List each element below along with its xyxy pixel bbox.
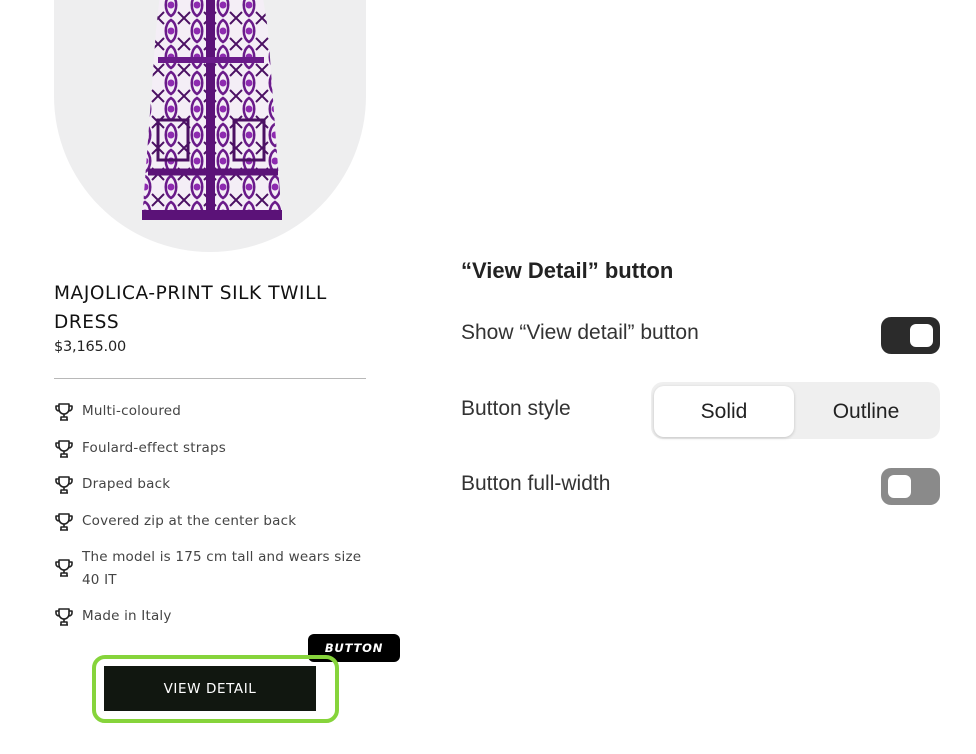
feature-text: Covered zip at the center back xyxy=(82,512,297,529)
style-option-outline[interactable]: Outline xyxy=(796,386,936,437)
full-width-label: Button full-width xyxy=(461,472,611,495)
feature-item: Covered zip at the center back xyxy=(54,510,366,533)
feature-item: Made in Italy xyxy=(54,605,366,628)
trophy-icon xyxy=(55,608,73,626)
toggle-knob xyxy=(888,475,911,498)
view-detail-button[interactable]: VIEW DETAIL xyxy=(104,666,316,711)
divider xyxy=(54,378,366,379)
toggle-knob xyxy=(910,324,933,347)
show-button-toggle[interactable] xyxy=(881,317,940,354)
trophy-icon xyxy=(55,476,73,494)
button-style-segmented-control: Solid Outline xyxy=(651,382,940,439)
product-title: MAJOLICA-PRINT SILK TWILL DRESS xyxy=(54,283,327,333)
feature-item: The model is 175 cm tall and wears size … xyxy=(54,546,366,591)
feature-text: Foulard-effect straps xyxy=(82,439,226,456)
trophy-icon xyxy=(55,439,73,458)
dress-image xyxy=(142,0,282,220)
product-image xyxy=(54,0,366,252)
feature-item: Multi-coloured xyxy=(54,400,366,423)
trophy-icon xyxy=(55,559,73,577)
feature-text: Draped back xyxy=(82,476,171,492)
feature-item: Draped back xyxy=(54,473,366,496)
full-width-toggle[interactable] xyxy=(881,468,940,505)
settings-title: “View Detail” button xyxy=(461,258,674,283)
style-option-solid[interactable]: Solid xyxy=(654,386,794,437)
feature-list: Multi-coloured Foulard-effect straps Dra… xyxy=(54,400,366,642)
feature-text: Multi-coloured xyxy=(82,403,182,419)
show-button-label: Show “View detail” button xyxy=(461,321,699,344)
trophy-icon xyxy=(55,512,73,531)
product-price: $3,165.00 xyxy=(54,339,126,355)
feature-text: Made in Italy xyxy=(82,608,172,624)
button-style-label: Button style xyxy=(461,397,571,420)
trophy-icon xyxy=(55,403,73,421)
feature-item: Foulard-effect straps xyxy=(54,437,366,460)
feature-text: The model is 175 cm tall and wears size … xyxy=(82,549,362,588)
